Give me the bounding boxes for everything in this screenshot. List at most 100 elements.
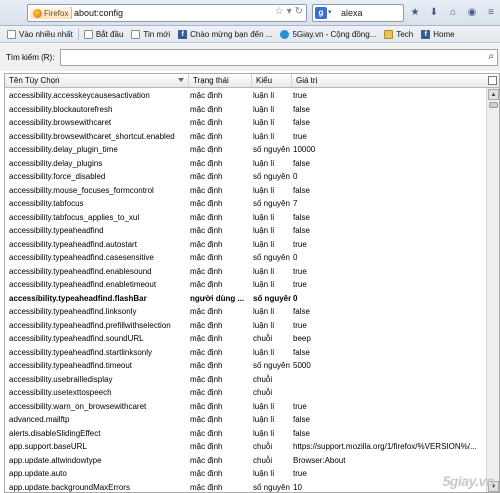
bookmark-item[interactable]: 5Giay.vn - Cộng đồng...: [276, 27, 380, 41]
table-body: accessibility.accesskeycausesactivation m…: [5, 89, 486, 493]
table-row[interactable]: app.update.altwindowtype mặc định chuỗi Bro…: [5, 454, 486, 468]
pref-name: accessibility.tabfocus_applies_to_xul: [9, 212, 140, 222]
bookmark-item[interactable]: Vào nhiều nhất: [3, 27, 77, 41]
table-row[interactable]: alerts.disableSlidingEffect mặc định luận …: [5, 427, 486, 441]
menu-icon[interactable]: ≡: [484, 5, 498, 19]
google-icon[interactable]: g: [315, 7, 327, 19]
table-row[interactable]: accessibility.force_disabled mặc định số n…: [5, 170, 486, 184]
pref-value: true: [293, 266, 307, 276]
pref-status: mặc định: [190, 307, 223, 316]
navigation-toolbar: Firefox about:config ☆ ▾ ↻ g ▾ alexa ★ ⬇…: [0, 0, 500, 26]
table-row[interactable]: accessibility.typeaheadfind mặc định luận …: [5, 224, 486, 238]
table-row[interactable]: accessibility.usetexttospeech mặc định chu…: [5, 386, 486, 400]
column-header-label: Giá trị: [296, 76, 318, 85]
addon-icon[interactable]: ◉: [465, 5, 479, 19]
pref-name: accessibility.typeaheadfind: [9, 226, 104, 235]
table-row[interactable]: accessibility.browsewithcaret_shortcut.e…: [5, 130, 486, 144]
bookmarks-toolbar: Vào nhiều nhất Bắt đầu Tin mới f Chào mừ…: [0, 26, 500, 43]
column-header-value[interactable]: Giá trị: [292, 74, 486, 88]
pref-status: mặc định: [190, 361, 223, 370]
bookmark-star-icon[interactable]: ☆: [275, 6, 284, 17]
pref-name: accessibility.typeaheadfind.flashBar: [9, 293, 147, 303]
bookmark-item[interactable]: Bắt đầu: [80, 27, 128, 41]
column-header-label: Trạng thái: [193, 76, 229, 85]
pref-name: accessibility.delay_plugins: [9, 158, 103, 168]
bookmark-folder[interactable]: Tech: [380, 27, 417, 41]
column-header-type[interactable]: Kiểu: [252, 74, 292, 88]
bookmarks-menu-icon[interactable]: ★: [408, 5, 422, 19]
pref-type: luận lí: [253, 266, 275, 276]
home-icon[interactable]: ⌂: [446, 5, 460, 19]
table-row[interactable]: accessibility.browsewithcaret mặc định luậ…: [5, 116, 486, 130]
pref-value: false: [293, 158, 310, 168]
pref-type: luận lí: [253, 104, 275, 114]
pref-status: mặc định: [190, 469, 223, 478]
table-row[interactable]: accessibility.typeaheadfind.autostart mặc…: [5, 238, 486, 252]
pref-status: mặc định: [190, 401, 223, 411]
table-row[interactable]: app.update.backgroundMaxErrors mặc định số…: [5, 481, 486, 493]
reload-icon[interactable]: ↻: [295, 6, 303, 17]
pref-name: accessibility.usetexttospeech: [9, 388, 112, 397]
pref-type: chuỗi: [253, 455, 273, 465]
search-icon: ⌕: [488, 51, 494, 62]
pref-value: 10000: [293, 145, 316, 154]
table-row[interactable]: accessibility.usebrailledisplay mặc định c…: [5, 373, 486, 387]
table-row[interactable]: accessibility.warn_on_browsewithcaret mặc…: [5, 400, 486, 414]
table-row[interactable]: accessibility.typeaheadfind.enablesound m…: [5, 265, 486, 279]
scroll-up-icon[interactable]: ▲: [488, 89, 499, 100]
bookmark-label: Vào nhiều nhất: [19, 29, 73, 39]
search-bar[interactable]: g ▾ alexa: [312, 4, 404, 22]
identity-badge[interactable]: Firefox: [30, 7, 73, 19]
pref-status: mặc định: [190, 91, 223, 100]
pref-status: mặc định: [190, 482, 223, 492]
table-header: Tên Tùy Chọn Trạng thái Kiểu Giá trị: [5, 74, 499, 88]
table-row[interactable]: accessibility.typeaheadfind.casesensitiv…: [5, 251, 486, 265]
pref-value: false: [293, 212, 310, 222]
table-row[interactable]: accessibility.typeaheadfind.timeout mặc đ…: [5, 359, 486, 373]
folder-icon: [384, 29, 394, 39]
column-picker-icon[interactable]: [488, 76, 497, 85]
scrollbar-thumb[interactable]: [489, 102, 498, 108]
pref-name: accessibility.typeaheadfind.linksonly: [9, 307, 137, 316]
table-row[interactable]: accessibility.typeaheadfind.prefillwiths…: [5, 319, 486, 333]
table-row[interactable]: accessibility.tabfocus_applies_to_xul mặc…: [5, 211, 486, 225]
pref-value: false: [293, 415, 310, 424]
dropdown-arrow-icon[interactable]: ▾: [287, 6, 292, 17]
filter-input[interactable]: ⌕: [60, 49, 498, 66]
column-header-status[interactable]: Trạng thái: [189, 74, 252, 88]
table-row[interactable]: accessibility.delay_plugins mặc định luận …: [5, 157, 486, 171]
preferences-table: Tên Tùy Chọn Trạng thái Kiểu Giá trị acc…: [4, 73, 500, 493]
table-row[interactable]: app.support.baseURL mặc định chuỗi https://…: [5, 440, 486, 454]
table-row[interactable]: app.update.auto mặc định luận lí true: [5, 467, 486, 481]
pref-value: 5000: [293, 361, 311, 370]
table-row[interactable]: accessibility.mouse_focuses_formcontrol m…: [5, 184, 486, 198]
table-row[interactable]: accessibility.typeaheadfind.flashBar ngườ…: [5, 292, 486, 306]
table-row[interactable]: accessibility.delay_plugin_time mặc định s…: [5, 143, 486, 157]
table-row[interactable]: accessibility.accesskeycausesactivation m…: [5, 89, 486, 103]
search-input[interactable]: alexa: [341, 8, 363, 18]
column-header-name[interactable]: Tên Tùy Chọn: [5, 74, 189, 88]
table-row[interactable]: accessibility.typeaheadfind.linksonly mặc…: [5, 305, 486, 319]
pref-status: mặc định: [190, 253, 223, 262]
filter-row: Tìm kiếm (R): ⌕: [0, 44, 500, 71]
url-text[interactable]: about:config: [74, 8, 123, 18]
bookmark-item[interactable]: f Home: [417, 27, 458, 41]
table-row[interactable]: accessibility.typeaheadfind.soundURL mặc …: [5, 332, 486, 346]
pref-value: true: [293, 280, 307, 289]
url-bar[interactable]: Firefox about:config ☆ ▾ ↻: [27, 4, 307, 22]
table-row[interactable]: accessibility.tabfocus mặc định số nguyên 7: [5, 197, 486, 211]
pref-status: mặc định: [190, 266, 223, 276]
engine-dropdown-icon[interactable]: ▾: [328, 8, 332, 16]
table-row[interactable]: accessibility.typeaheadfind.enabletimeou…: [5, 278, 486, 292]
pref-status: mặc định: [190, 455, 223, 465]
vertical-scrollbar[interactable]: ▲ ▼: [486, 88, 499, 492]
bookmark-item[interactable]: Tin mới: [127, 27, 174, 41]
table-row[interactable]: accessibility.typeaheadfind.startlinkson…: [5, 346, 486, 360]
pref-status: mặc định: [190, 388, 223, 397]
table-row[interactable]: advanced.mailftp mặc định luận lí false: [5, 413, 486, 427]
downloads-icon[interactable]: ⬇: [427, 5, 441, 19]
bookmark-item[interactable]: f Chào mừng bạn đến ...: [174, 27, 276, 41]
table-row[interactable]: accessibility.blockautorefresh mặc định lu…: [5, 103, 486, 117]
page-icon: [83, 29, 93, 39]
pref-status: mặc định: [190, 415, 223, 424]
